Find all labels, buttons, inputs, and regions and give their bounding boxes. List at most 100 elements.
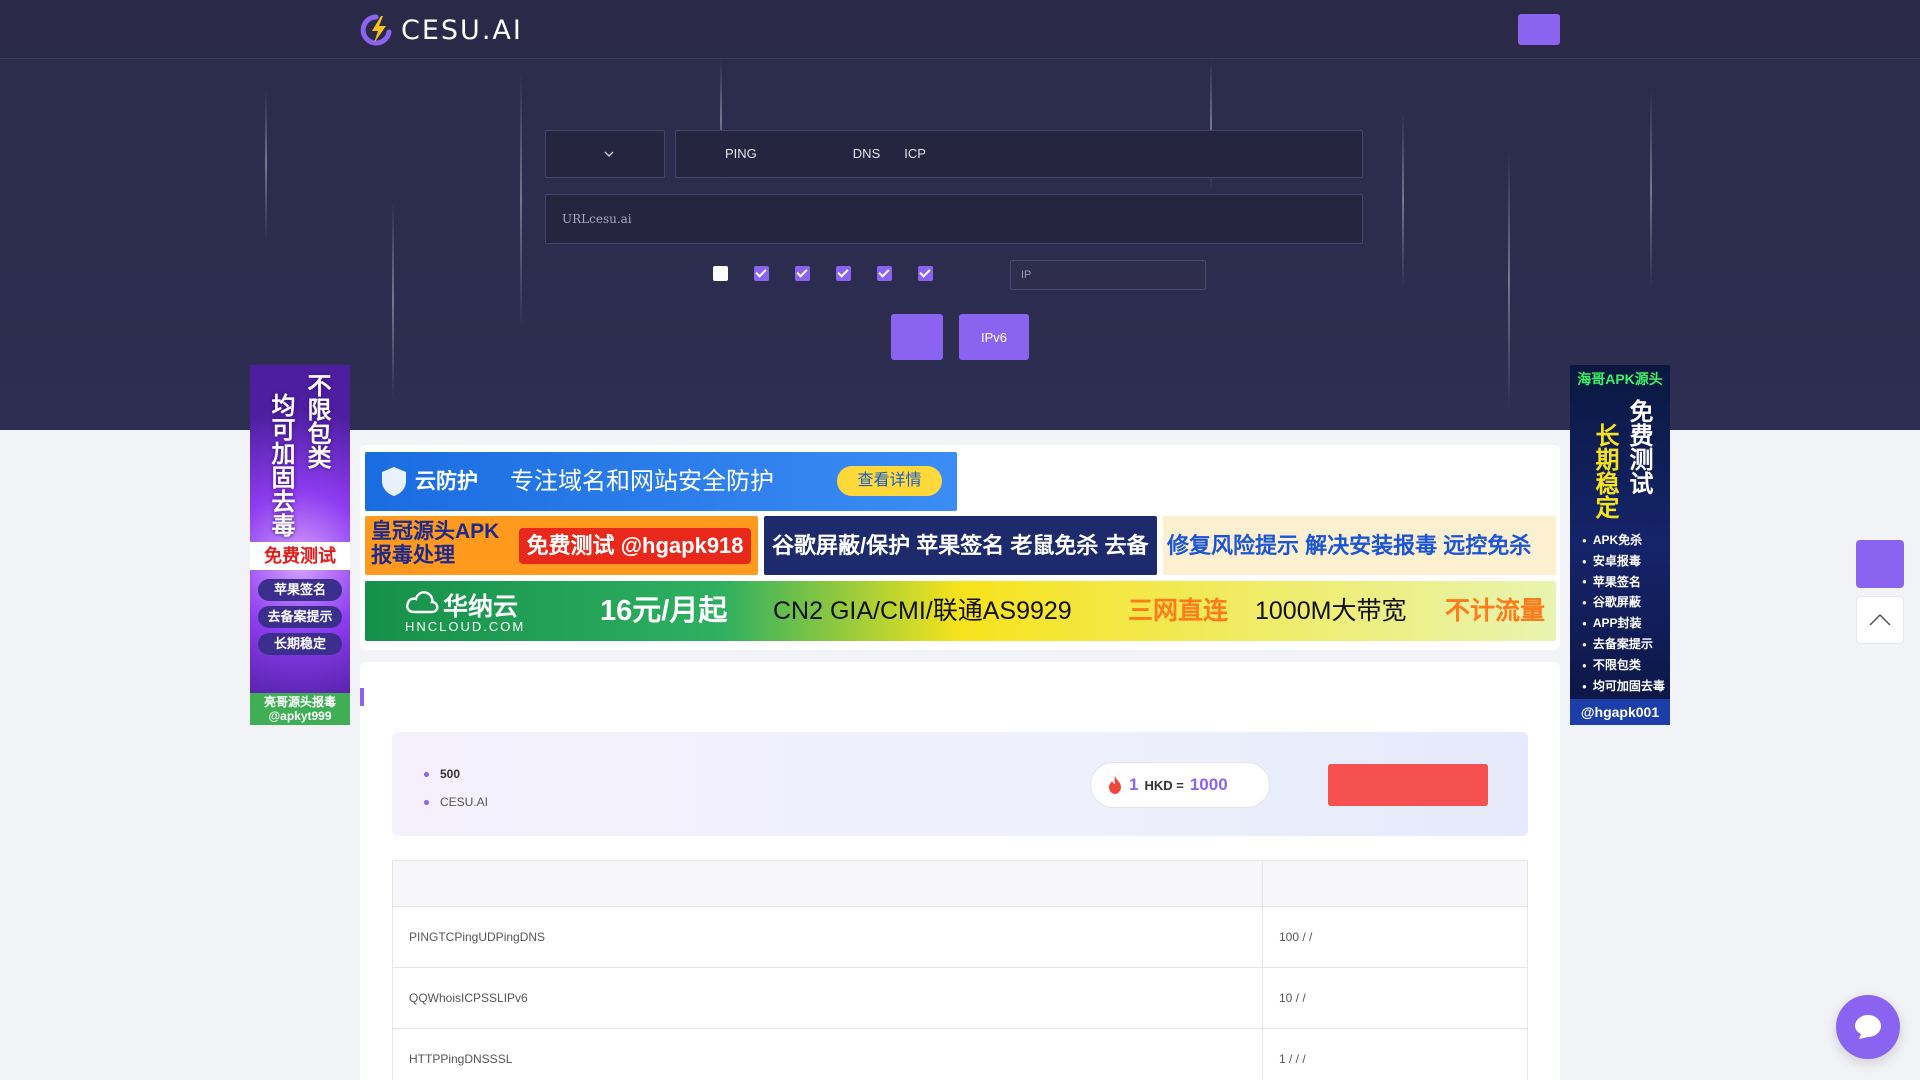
banner-cloud-protect[interactable]: 云防护 专注域名和网站安全防护 查看详情 [365,452,957,511]
table-header [392,860,1263,907]
ad-banner-card: 云防护 专注域名和网站安全防护 查看详情 皇冠源头APK 报毒处理 免费测试 @… [360,445,1560,650]
chat-widget-button[interactable] [1836,995,1900,1059]
ip-input[interactable] [1010,260,1206,290]
right-ad-item: 苹果签名 [1582,572,1665,593]
left-ad-badge: 免费测试 [250,542,350,570]
check-all[interactable] [713,266,734,281]
right-ad-footer: @hgapk001 [1570,699,1670,725]
right-ad-item: APP封装 [1582,613,1665,634]
table-cell: HTTPPingDNSSSL [392,1028,1263,1080]
promo-bullet: 500 [423,760,488,788]
left-ad-footer-line: 亮哥源头报毒 [263,695,336,709]
rate-num-2: 1000 [1189,775,1228,794]
customer-service-button[interactable] [1856,540,1904,588]
check-overseas[interactable] [877,266,898,281]
table-cell: PINGTCPingUDPingDNS [392,906,1263,968]
checkbox[interactable] [877,266,892,281]
banner-line: 报毒处理 [371,544,455,567]
left-side-ad[interactable]: 不限包类 均可加固去毒 免费测试 苹果签名 去备案提示 长期稳定 亮哥源头报毒 … [250,365,350,725]
light-streak [1650,90,1652,290]
promo-bullet: CESU.AI [423,788,489,816]
bullet-strong: 500 [440,767,461,781]
tab-icp[interactable]: ICP [904,130,926,178]
cloud-icon [406,591,439,614]
node-checkboxes [713,266,959,281]
url-box [545,194,1363,244]
section-accent-bar [360,688,364,706]
checkbox[interactable] [795,266,810,281]
right-ad-item: 不限包类 [1582,655,1665,676]
right-ad-headline-1: 免费测试 [1625,399,1653,495]
logo-bolt-icon [360,14,392,46]
ipv6-test-button[interactable]: IPv6 [959,314,1029,360]
banner-hncloud-spec: CN2 GIA/CMI/联通AS9929 [773,597,1072,625]
light-streak [520,70,522,330]
banner-brand: 云防护 [415,470,478,493]
back-to-top-button[interactable] [1856,596,1904,644]
tab-ping[interactable]: PING [725,130,757,178]
nav-links [556,0,766,59]
banner-slogan: 专注域名和网站安全防护 [510,468,774,495]
tool-tabs: PING DNS ICP [675,130,1363,178]
checkbox[interactable] [713,266,728,281]
table-row: PINGTCPingUDPingDNS 100 / / [392,906,1528,968]
right-ad-headline-2: 长期稳定 [1591,423,1619,519]
left-ad-pill: 苹果签名 [258,579,342,601]
right-ad-item: APK免杀 [1582,530,1665,551]
promo-bullets: 500 CESU.AI [423,760,489,816]
banner-hncloud-domain: HNCLOUD.COM [405,619,526,634]
check-other[interactable] [918,266,939,281]
left-ad-headline-2: 均可加固去毒 [267,393,295,537]
checkbox[interactable] [836,266,851,281]
register-button[interactable] [1518,14,1560,45]
check-unicom[interactable] [795,266,816,281]
checkbox[interactable] [754,266,769,281]
tab-dns[interactable]: DNS [853,130,880,178]
chat-bubble-icon [1855,1015,1881,1039]
table-cell: 100 / / [1262,906,1528,968]
rate-num-1: 1 [1129,775,1139,794]
check-telecom[interactable] [754,266,775,281]
price-table: PINGTCPingUDPingDNS 100 / / QQWhoisICPSS… [392,860,1528,1080]
banner-repair[interactable]: 修复风险提示 解决安装报毒 远控免杀 长期稳定 [1163,516,1556,575]
banner-google[interactable]: 谷歌屏蔽/保护 苹果签名 老鼠免杀 去备案提示 [764,516,1157,575]
exchange-rate-pill: 1 HKD = 1000 [1090,762,1270,808]
right-ad-item: 均可加固去毒 [1582,676,1665,697]
shield-icon [382,467,406,496]
banner-hncloud-tag2: 不计流量 [1445,597,1546,625]
rate-unit: HKD = [1144,777,1184,793]
logo[interactable]: CESU.AI [359,14,523,46]
test-button[interactable] [891,314,943,360]
banner-apk[interactable]: 皇冠源头APK 报毒处理 免费测试 @hgapk918 [365,516,758,575]
light-streak [392,200,394,400]
left-ad-footer-line: @apkyt999 [268,709,332,723]
right-ad-item: 安卓报毒 [1582,551,1665,572]
region-select[interactable] [545,130,665,178]
banner-apk-tag: 免费测试 @hgapk918 [519,528,751,564]
banner-apk-title: 皇冠源头APK 报毒处理 [371,520,499,568]
left-ad-pill: 长期稳定 [258,633,342,655]
checkbox[interactable] [918,266,933,281]
banner-hncloud-tag1: 三网直连 [1128,597,1229,625]
light-streak [265,90,267,240]
url-input[interactable] [562,195,1212,243]
right-ad-item: 去备案提示 [1582,634,1665,655]
logo-text: CESU.AI [401,14,523,46]
recharge-button[interactable] [1328,764,1488,806]
banner-repair-text: 修复风险提示 解决安装报毒 远控免杀 长期稳定 [1167,533,1532,558]
banner-line: 皇冠源头APK [371,520,500,543]
banner-cta: 查看详情 [837,466,942,496]
banner-google-text: 谷歌屏蔽/保护 苹果签名 老鼠免杀 去备案提示 [772,533,1149,558]
chevron-up-icon [1869,614,1891,626]
right-side-ad[interactable]: 海哥APK源头 免费测试 长期稳定 APK免杀 安卓报毒 苹果签名 谷歌屏蔽 A… [1570,365,1670,725]
light-streak [1402,110,1404,290]
chevron-down-icon [604,151,614,157]
banner-hncloud-price: 16元/月起 [600,595,728,627]
banner-hncloud[interactable]: 华纳云 HNCLOUD.COM 16元/月起 CN2 GIA/CMI/联通AS9… [365,581,1556,641]
left-ad-footer: 亮哥源头报毒 @apkyt999 [250,693,350,725]
banner-hncloud-bw: 1000M大带宽 [1255,597,1407,625]
bullet-text: CESU.AI [440,795,489,809]
right-ad-item: 谷歌屏蔽 [1582,592,1665,613]
flame-icon [1109,776,1121,794]
check-mobile[interactable] [836,266,857,281]
